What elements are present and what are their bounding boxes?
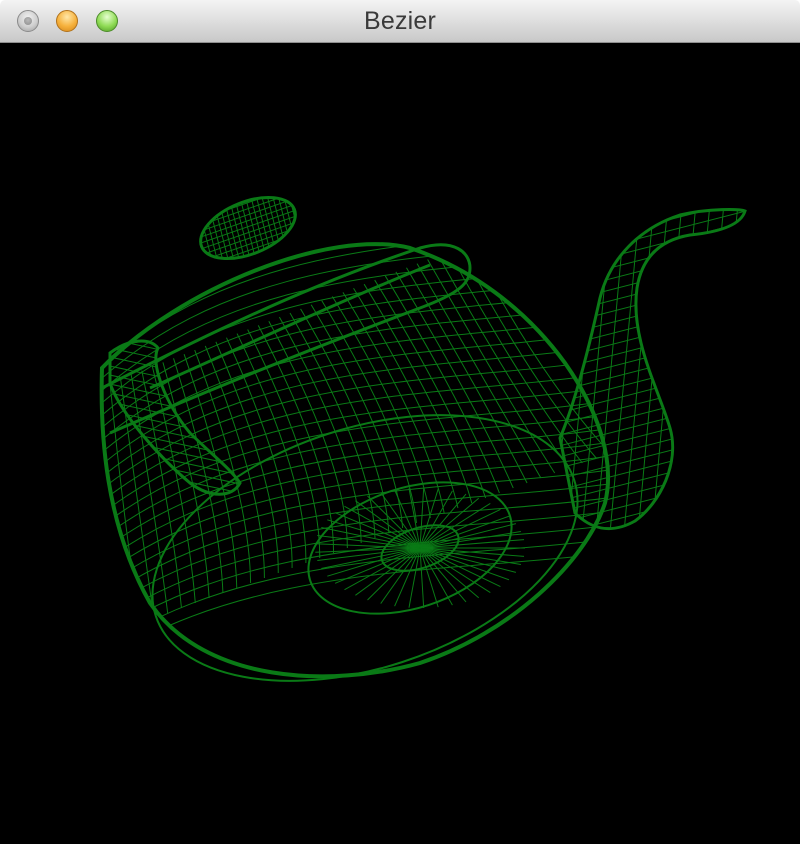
teapot-wireframe xyxy=(99,185,747,682)
teapot-spout-outline xyxy=(558,208,747,530)
title-bar[interactable]: Bezier xyxy=(0,0,800,43)
window-title: Bezier xyxy=(363,7,437,35)
teapot-rim xyxy=(101,243,472,435)
app-window: Bezier xyxy=(0,0,800,844)
gl-canvas[interactable] xyxy=(0,43,800,844)
